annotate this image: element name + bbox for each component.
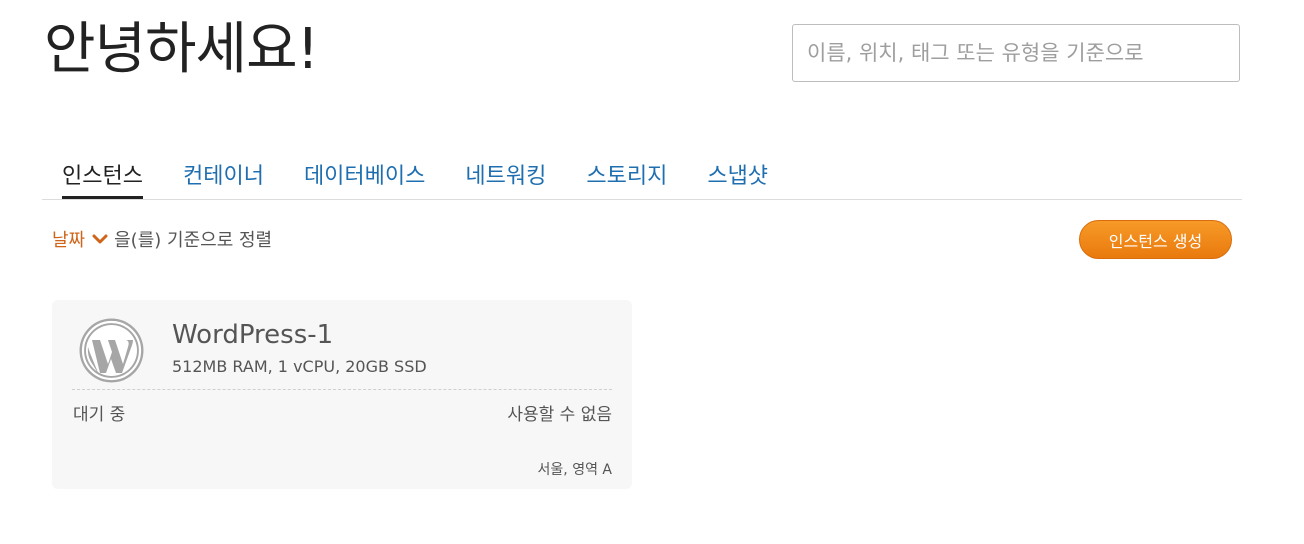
sort-suffix-label: 을(를) 기준으로 정렬 — [114, 230, 273, 251]
greeting-title: 안녕하세요! — [44, 17, 319, 82]
sort-control: 날짜 을(를) 기준으로 정렬 — [52, 226, 272, 252]
chevron-down-icon — [92, 229, 108, 250]
tab-snapshots[interactable]: 스냅샷 — [707, 150, 768, 190]
tab-storage[interactable]: 스토리지 — [586, 150, 667, 190]
instance-name-link[interactable]: WordPress-1 — [172, 320, 333, 350]
create-instance-button[interactable]: 인스턴스 생성 — [1079, 220, 1232, 259]
instance-spec: 512MB RAM, 1 vCPU, 20GB SSD — [172, 357, 427, 376]
resource-tabs: 인스턴스 컨테이너 데이터베이스 네트워킹 스토리지 스냅샷 — [42, 150, 1242, 200]
sort-dropdown[interactable]: 날짜 — [52, 226, 114, 252]
tab-databases[interactable]: 데이터베이스 — [304, 150, 425, 190]
tab-instances[interactable]: 인스턴스 — [62, 150, 143, 199]
card-divider — [72, 389, 612, 390]
search-input[interactable] — [792, 24, 1240, 82]
wordpress-logo-icon — [78, 317, 145, 384]
instance-state: 대기 중 — [73, 405, 126, 425]
instance-status: 사용할 수 없음 — [507, 405, 612, 425]
instance-region: 서울, 영역 A — [537, 462, 612, 478]
tab-networking[interactable]: 네트워킹 — [465, 150, 546, 190]
sort-selected-value: 날짜 — [52, 230, 86, 251]
tab-containers[interactable]: 컨테이너 — [183, 150, 264, 190]
instance-card[interactable]: WordPress-1 512MB RAM, 1 vCPU, 20GB SSD … — [52, 300, 632, 489]
